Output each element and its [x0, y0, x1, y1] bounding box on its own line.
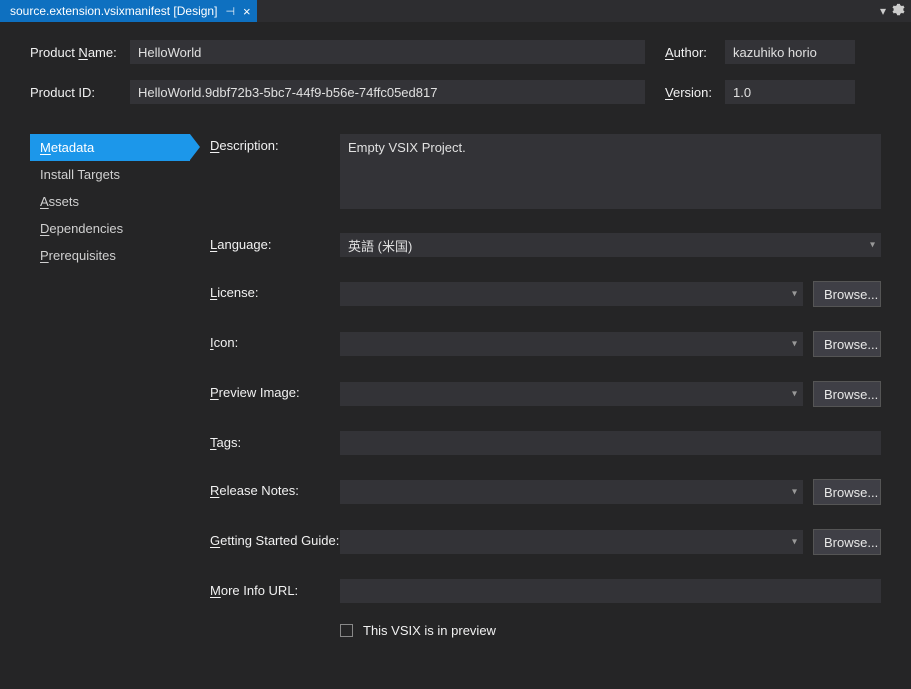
tags-label: Tags: — [210, 431, 340, 450]
product-name-label: Product Name: — [30, 45, 130, 60]
more-info-label: More Info URL: — [210, 579, 340, 598]
document-tab[interactable]: source.extension.vsixmanifest [Design] ⊣… — [0, 0, 257, 22]
description-label: Description: — [210, 134, 340, 153]
license-label: License: — [210, 281, 340, 300]
icon-select[interactable]: ▾ — [340, 332, 803, 356]
metadata-form: Description: Language: ▾ License: ▾ — [190, 134, 881, 638]
author-input[interactable] — [725, 40, 855, 64]
release-notes-label: Release Notes: — [210, 479, 340, 498]
preview-checkbox[interactable] — [340, 624, 353, 637]
sidebar-item-prerequisites[interactable]: Prerequisites — [30, 242, 190, 269]
license-select-value[interactable] — [340, 282, 803, 306]
preview-image-select[interactable]: ▾ — [340, 382, 803, 406]
getting-started-select-value[interactable] — [340, 530, 803, 554]
product-name-input[interactable] — [130, 40, 645, 64]
preview-image-select-value[interactable] — [340, 382, 803, 406]
product-id-input[interactable] — [130, 80, 645, 104]
language-label: Language: — [210, 233, 340, 252]
author-label: Author: — [665, 45, 725, 60]
preview-image-browse-button[interactable]: Browse... — [813, 381, 881, 407]
language-select[interactable]: ▾ — [340, 233, 881, 257]
language-select-value[interactable] — [340, 233, 881, 257]
license-select[interactable]: ▾ — [340, 282, 803, 306]
gear-icon[interactable] — [892, 3, 905, 19]
dropdown-icon[interactable]: ▾ — [880, 4, 886, 18]
license-browse-button[interactable]: Browse... — [813, 281, 881, 307]
tab-bar: source.extension.vsixmanifest [Design] ⊣… — [0, 0, 911, 22]
preview-checkbox-label: This VSIX is in preview — [363, 623, 496, 638]
icon-label: Icon: — [210, 331, 340, 350]
sidebar-item-install-targets[interactable]: Install Targets — [30, 161, 190, 188]
version-label: Version: — [665, 85, 725, 100]
release-notes-select-value[interactable] — [340, 480, 803, 504]
getting-started-browse-button[interactable]: Browse... — [813, 529, 881, 555]
preview-image-label: Preview Image: — [210, 381, 340, 400]
sidebar-item-dependencies[interactable]: Dependencies — [30, 215, 190, 242]
sidebar-item-assets[interactable]: Assets — [30, 188, 190, 215]
manifest-designer: Product Name: Author: Product ID: Versio… — [0, 22, 911, 648]
sidebar-item-metadata[interactable]: Metadata — [30, 134, 190, 161]
pin-icon[interactable]: ⊣ — [225, 5, 235, 18]
getting-started-label: Getting Started Guide: — [210, 529, 340, 548]
close-icon[interactable]: × — [243, 4, 251, 19]
product-id-label: Product ID: — [30, 85, 130, 100]
release-notes-browse-button[interactable]: Browse... — [813, 479, 881, 505]
tags-input[interactable] — [340, 431, 881, 455]
release-notes-select[interactable]: ▾ — [340, 480, 803, 504]
icon-select-value[interactable] — [340, 332, 803, 356]
version-input[interactable] — [725, 80, 855, 104]
sidebar: Metadata Install Targets Assets Dependen… — [30, 134, 190, 638]
getting-started-select[interactable]: ▾ — [340, 530, 803, 554]
more-info-input[interactable] — [340, 579, 881, 603]
tab-title: source.extension.vsixmanifest [Design] — [10, 4, 217, 18]
icon-browse-button[interactable]: Browse... — [813, 331, 881, 357]
description-input[interactable] — [340, 134, 881, 209]
